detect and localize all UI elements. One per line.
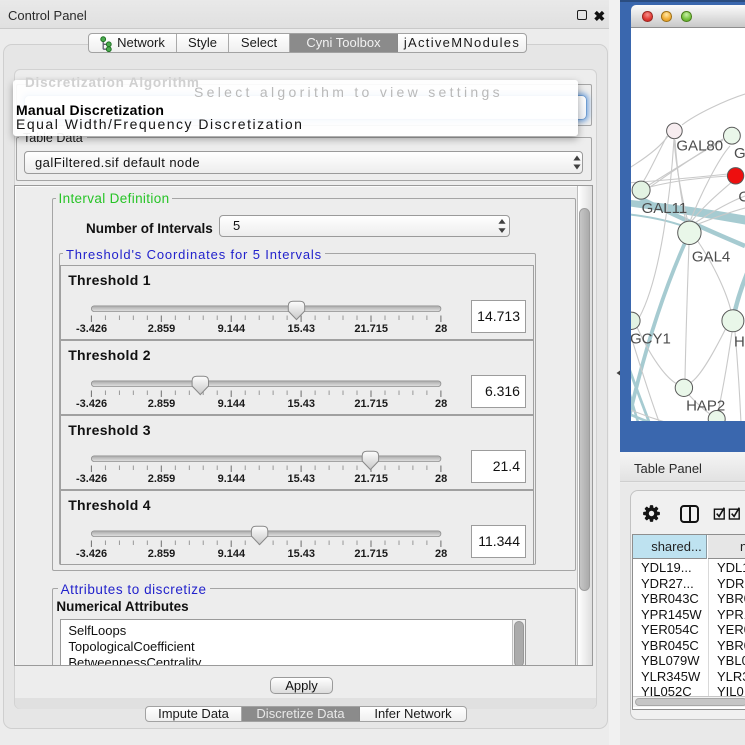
svg-text:CR: CR [738, 188, 745, 205]
svg-text:GAL80: GAL80 [676, 138, 723, 155]
svg-text:GA: GA [734, 145, 745, 162]
svg-text:GAL4: GAL4 [692, 249, 730, 266]
svg-text:HAP2: HAP2 [686, 398, 725, 415]
svg-text:GAL11: GAL11 [642, 200, 688, 217]
svg-text:HI: HI [734, 334, 745, 351]
svg-text:GCY1: GCY1 [631, 331, 671, 348]
